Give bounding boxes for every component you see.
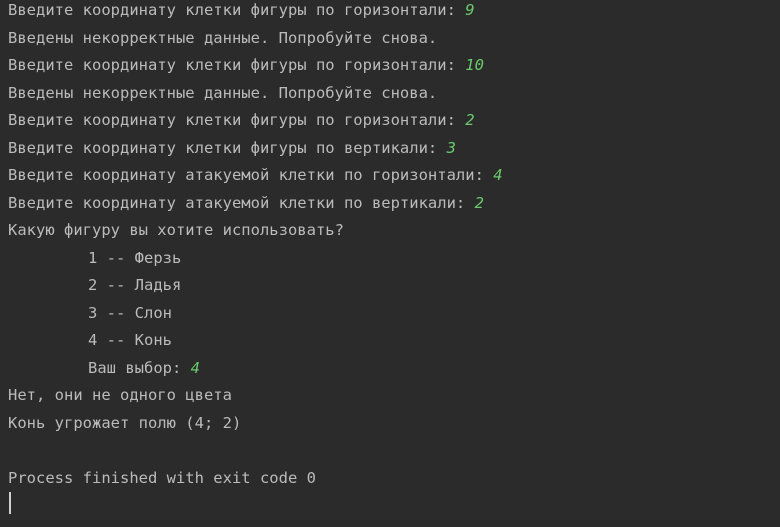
user-input: 9 [465,1,475,19]
console-line: Введите координату клетки фигуры по верт… [8,135,456,163]
console-line: Введены некорректные данные. Попробуйте … [8,25,437,53]
console-line: Введены некорректные данные. Попробуйте … [8,80,437,108]
console-line: Нет, они не одного цвета [8,382,232,410]
console-message: Введены некорректные данные. Попробуйте … [8,28,438,47]
text-cursor[interactable] [9,492,11,514]
menu-option: 4 -- Конь [88,327,172,355]
console-prompt: Введите координату атакуемой клетки по г… [8,166,494,184]
console-line: Введите координату клетки фигуры по гори… [8,107,475,135]
console-line: Введите координату клетки фигуры по гори… [8,0,475,25]
user-input: 2 [474,193,484,212]
console-prompt: Введите координату клетки фигуры по гори… [8,111,466,129]
console-line: Введите координату атакуемой клетки по г… [8,162,503,190]
run-console[interactable]: Введите координату клетки фигуры по гори… [0,0,780,527]
console-message: Нет, они не одного цвета [8,386,232,404]
console-message: Конь угрожает полю (4; 2) [8,413,242,432]
console-line: Какую фигуру вы хотите использовать? [8,217,344,245]
process-exit-message: Process finished with exit code 0 [8,465,316,493]
exit-message-text: Process finished with exit code 0 [8,468,316,487]
console-prompt: Введите координату клетки фигуры по гори… [8,56,466,74]
menu-option: 3 -- Слон [88,300,172,328]
console-prompt: Введите координату клетки фигуры по гори… [8,1,466,19]
user-input: 10 [465,56,484,74]
user-input: 3 [446,138,456,157]
console-prompt: Введите координату клетки фигуры по верт… [8,138,447,157]
console-line: Ваш выбор: 4 [88,355,200,383]
console-message: Какую фигуру вы хотите использовать? [8,221,344,239]
menu-option: 2 -- Ладья [88,272,181,300]
user-input: 4 [493,166,503,184]
user-input: 2 [465,111,475,129]
menu-option: 1 -- Ферзь [88,245,181,273]
console-line: Введите координату атакуемой клетки по в… [8,190,484,218]
console-line: Введите координату клетки фигуры по гори… [8,52,484,80]
menu-option-label: 1 -- Ферзь [88,248,182,267]
menu-option-label: 3 -- Слон [88,303,172,322]
menu-option-label: 2 -- Ладья [88,276,182,294]
menu-option-label: 4 -- Конь [88,331,172,349]
console-prompt: Ваш выбор: [88,358,191,377]
console-prompt: Введите координату атакуемой клетки по в… [8,193,475,212]
console-line: Конь угрожает полю (4; 2) [8,410,241,438]
console-message: Введены некорректные данные. Попробуйте … [8,83,438,102]
user-input: 4 [190,358,200,377]
